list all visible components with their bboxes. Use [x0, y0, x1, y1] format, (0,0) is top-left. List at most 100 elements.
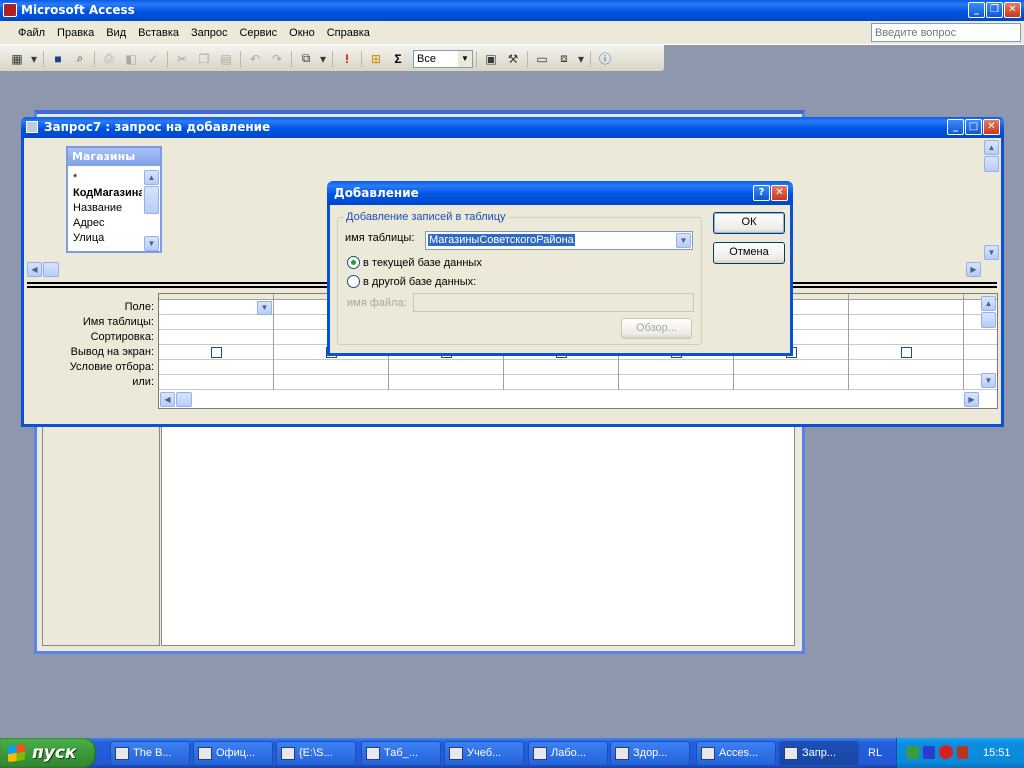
taskbar-item[interactable]: Учеб... [444, 741, 524, 766]
print-icon[interactable]: ⎙ [99, 50, 119, 68]
close-button[interactable]: ✕ [1004, 2, 1021, 18]
table-pane-scroll-thumb[interactable] [984, 156, 999, 172]
taskbar-item[interactable]: Здор... [610, 741, 690, 766]
menu-window[interactable]: Окно [283, 23, 321, 43]
table-pane-scroll-up[interactable]: ▲ [984, 140, 999, 155]
table-name-combo[interactable]: МагазиныСоветскогоРайона ▼ [425, 231, 693, 250]
properties-icon[interactable]: ▣ [481, 50, 501, 68]
redo-icon[interactable]: ↷ [267, 50, 287, 68]
cancel-button[interactable]: Отмена [713, 242, 785, 264]
volume-icon[interactable] [957, 746, 968, 759]
view-icon[interactable]: ▦ [7, 50, 27, 68]
grid-cell[interactable] [274, 375, 388, 390]
dropdown-icon[interactable]: ▾ [29, 50, 39, 68]
grid-cell[interactable] [619, 375, 733, 390]
preview-icon[interactable]: ◧ [121, 50, 141, 68]
grid-cell[interactable] [389, 375, 503, 390]
taskbar-item[interactable]: Офиц... [193, 741, 273, 766]
grid-cell[interactable] [159, 375, 273, 390]
table-pane-scroll-right[interactable]: ▶ [966, 262, 981, 277]
taskbar-item[interactable]: Лабо... [528, 741, 608, 766]
grid-cell[interactable] [849, 300, 963, 315]
show-checkbox[interactable] [901, 347, 912, 358]
top-values-combo[interactable]: Все ▼ [413, 49, 473, 68]
antivirus-icon[interactable] [923, 746, 935, 759]
start-button[interactable]: пуск [0, 738, 96, 768]
grid-cell[interactable] [159, 300, 273, 315]
field-ulitsa[interactable]: Улица [70, 231, 142, 246]
radio-other-label[interactable]: в другой базе данных: [363, 276, 476, 288]
restore-button[interactable]: ❐ [986, 2, 1003, 18]
grid-cell[interactable] [849, 345, 963, 360]
search-icon[interactable]: ⌕ [70, 50, 90, 68]
grid-scroll-thumb[interactable] [981, 312, 996, 328]
radio-other-db[interactable] [347, 275, 360, 288]
field-nazvanie[interactable]: Название [70, 201, 142, 216]
taskbar-item[interactable]: Таб_... [361, 741, 441, 766]
grid-cell[interactable] [734, 360, 848, 375]
grid-cell[interactable] [504, 360, 618, 375]
menu-edit[interactable]: Правка [51, 23, 100, 43]
run-icon[interactable]: ! [337, 50, 357, 68]
dropdown-icon[interactable]: ▾ [576, 50, 586, 68]
field-list-title[interactable]: Магазины [68, 148, 160, 166]
grid-cell[interactable] [734, 375, 848, 390]
minimize-button[interactable]: _ [968, 2, 985, 18]
browse-button[interactable]: Обзор... [621, 318, 692, 339]
paste-icon[interactable]: ▤ [216, 50, 236, 68]
menu-query[interactable]: Запрос [185, 23, 233, 43]
menu-insert[interactable]: Вставка [132, 23, 185, 43]
radio-current-db[interactable] [347, 256, 360, 269]
grid-cell[interactable] [849, 330, 963, 345]
save-icon[interactable]: ■ [48, 50, 68, 68]
dropdown-icon[interactable]: ▾ [318, 50, 328, 68]
taskbar-item[interactable]: Запр... [779, 741, 859, 766]
grid-cell[interactable] [964, 345, 997, 360]
shield-icon[interactable] [939, 745, 953, 759]
clock[interactable]: 15:51 [983, 747, 1011, 759]
menu-help[interactable]: Справка [321, 23, 376, 43]
field-list-scroll-up[interactable]: ▲ [144, 170, 159, 185]
grid-field-dropdown[interactable]: ▼ [257, 301, 272, 315]
grid-scroll-up[interactable]: ▲ [981, 296, 996, 311]
field-adres[interactable]: Адрес [70, 216, 142, 231]
grid-column[interactable] [849, 294, 964, 390]
grid-scroll-right[interactable]: ▶ [964, 392, 979, 407]
grid-cell[interactable] [619, 360, 733, 375]
menu-tools[interactable]: Сервис [233, 23, 283, 43]
table-pane-scroll-down[interactable]: ▼ [984, 245, 999, 260]
file-name-input[interactable] [413, 293, 694, 312]
new-object-icon[interactable]: ⧈ [554, 50, 574, 68]
chevron-down-icon[interactable]: ▼ [676, 233, 691, 248]
field-list-scroll-down[interactable]: ▼ [144, 236, 159, 251]
spelling-icon[interactable]: ✓ [143, 50, 163, 68]
cut-icon[interactable]: ✂ [172, 50, 192, 68]
grid-scroll-hthumb[interactable] [176, 392, 192, 407]
grid-scroll-down[interactable]: ▼ [981, 373, 996, 388]
field-kodmagazina[interactable]: КодМагазина [70, 186, 142, 201]
grid-cell[interactable] [849, 315, 963, 330]
grid-cell[interactable] [389, 360, 503, 375]
query-close-button[interactable]: ✕ [983, 119, 1000, 135]
field-list-magaziny[interactable]: Магазины * КодМагазина Название Адрес Ул… [66, 146, 162, 253]
grid-cell[interactable] [159, 345, 273, 360]
menu-view[interactable]: Вид [100, 23, 132, 43]
help-search-input[interactable] [871, 23, 1021, 42]
query-type-icon[interactable]: ⧉ [296, 50, 316, 68]
taskbar-item[interactable]: Acces... [696, 741, 776, 766]
grid-cell[interactable] [159, 315, 273, 330]
show-checkbox[interactable] [211, 347, 222, 358]
field-all[interactable]: * [70, 171, 142, 186]
grid-cell[interactable] [159, 330, 273, 345]
dialog-help-button[interactable]: ? [753, 185, 770, 201]
taskbar-item[interactable]: The B... [110, 741, 190, 766]
grid-cell[interactable] [504, 375, 618, 390]
grid-scroll-left[interactable]: ◀ [160, 392, 175, 407]
grid-cell[interactable] [964, 330, 997, 345]
query-minimize-button[interactable]: _ [947, 119, 964, 135]
menu-file[interactable]: Файл [12, 23, 51, 43]
grid-cell[interactable] [274, 360, 388, 375]
database-window-icon[interactable]: ▭ [532, 50, 552, 68]
network-icon[interactable] [907, 746, 919, 759]
grid-cell[interactable] [849, 375, 963, 390]
